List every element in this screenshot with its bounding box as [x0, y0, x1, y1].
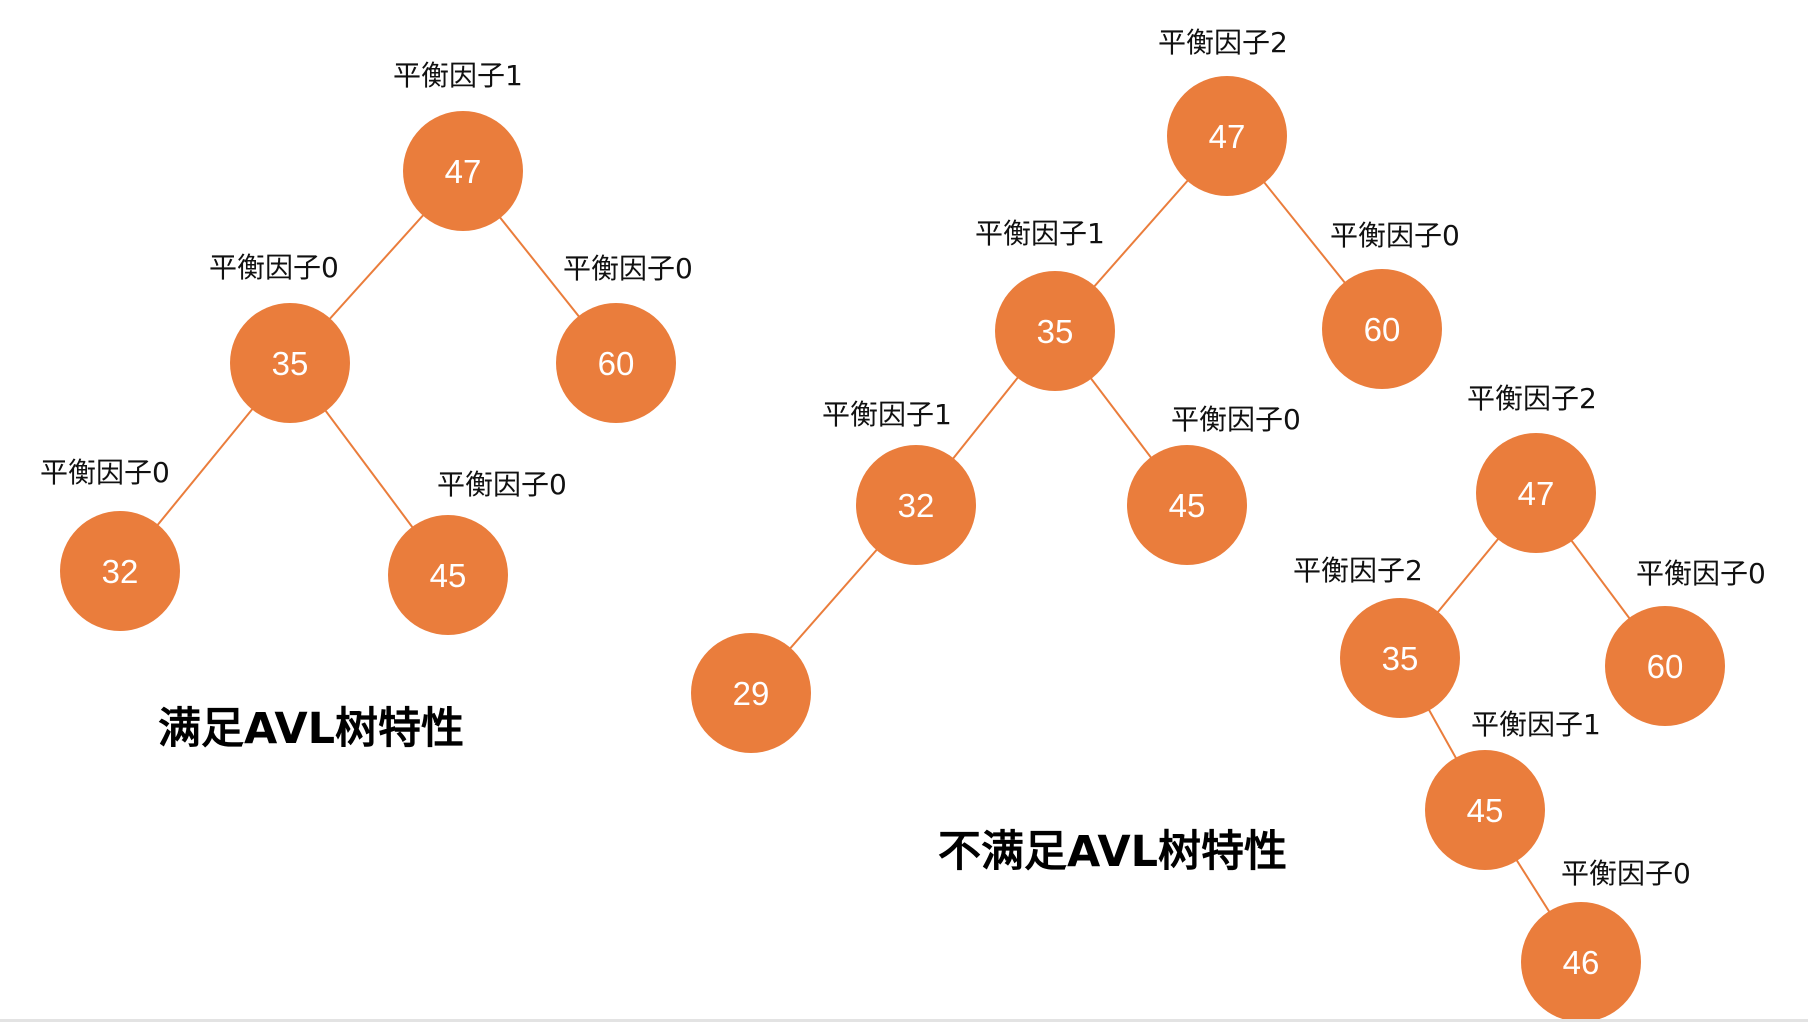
node-value: 60 — [1364, 311, 1401, 348]
tree-node-a35: 35 — [995, 271, 1115, 391]
node-value: 45 — [430, 557, 467, 594]
tree-node-b46: 46 — [1521, 902, 1641, 1022]
node-value: 45 — [1169, 487, 1206, 524]
balance-factor-label-b46: 平衡因子0 — [1561, 857, 1691, 890]
balance-factor-label-a35: 平衡因子1 — [975, 217, 1105, 250]
balance-factor-label-a60: 平衡因子0 — [1330, 219, 1460, 252]
balance-factor-label-a47: 平衡因子2 — [1158, 26, 1288, 59]
node-value: 45 — [1467, 792, 1504, 829]
node-value: 32 — [102, 553, 139, 590]
balance-factor-label-b45: 平衡因子1 — [1471, 708, 1601, 741]
tree-node-a60: 60 — [1322, 269, 1442, 389]
node-value: 60 — [598, 345, 635, 382]
tree-node-v45: 45 — [388, 515, 508, 635]
tree-node-b35: 35 — [1340, 598, 1460, 718]
node-value: 29 — [733, 675, 770, 712]
nodes-layer: 47 35 60 32 45 47 35 60 32 45 29 47 35 60 45 46 — [60, 76, 1725, 1022]
avl-tree-diagram: 47 35 60 32 45 47 35 60 32 45 29 47 35 60 45 46 平衡因子1 平衡… — [40, 26, 1766, 1022]
node-value: 60 — [1647, 648, 1684, 685]
tree-node-a32: 32 — [856, 445, 976, 565]
balance-factor-label-b47: 平衡因子2 — [1467, 382, 1597, 415]
tree-node-b47: 47 — [1476, 433, 1596, 553]
node-value: 35 — [1382, 640, 1419, 677]
tree-node-v32: 32 — [60, 511, 180, 631]
caption-invalid-avl: 不满足AVL树特性 — [938, 827, 1287, 877]
node-value: 47 — [1209, 118, 1246, 155]
caption-valid-avl: 满足AVL树特性 — [158, 704, 464, 754]
node-value: 35 — [1037, 313, 1074, 350]
balance-factor-label-a32: 平衡因子1 — [822, 398, 952, 431]
balance-factor-label-v60: 平衡因子0 — [563, 252, 693, 285]
balance-factor-label-v45: 平衡因子0 — [437, 468, 567, 501]
node-value: 46 — [1563, 944, 1600, 981]
balance-factor-label-v47: 平衡因子1 — [393, 59, 523, 92]
tree-node-a45: 45 — [1127, 445, 1247, 565]
balance-factor-label-b35: 平衡因子2 — [1293, 554, 1423, 587]
tree-node-a47: 47 — [1167, 76, 1287, 196]
node-value: 32 — [898, 487, 935, 524]
tree-node-b60: 60 — [1605, 606, 1725, 726]
balance-factor-label-v35: 平衡因子0 — [209, 251, 339, 284]
node-value: 35 — [272, 345, 309, 382]
tree-node-v60: 60 — [556, 303, 676, 423]
tree-node-v35: 35 — [230, 303, 350, 423]
balance-factor-label-v32: 平衡因子0 — [40, 456, 170, 489]
node-value: 47 — [445, 153, 482, 190]
node-value: 47 — [1518, 475, 1555, 512]
tree-node-v47: 47 — [403, 111, 523, 231]
tree-node-b45: 45 — [1425, 750, 1545, 870]
balance-factor-label-a45: 平衡因子0 — [1171, 403, 1301, 436]
balance-factor-label-b60: 平衡因子0 — [1636, 557, 1766, 590]
tree-node-a29: 29 — [691, 633, 811, 753]
